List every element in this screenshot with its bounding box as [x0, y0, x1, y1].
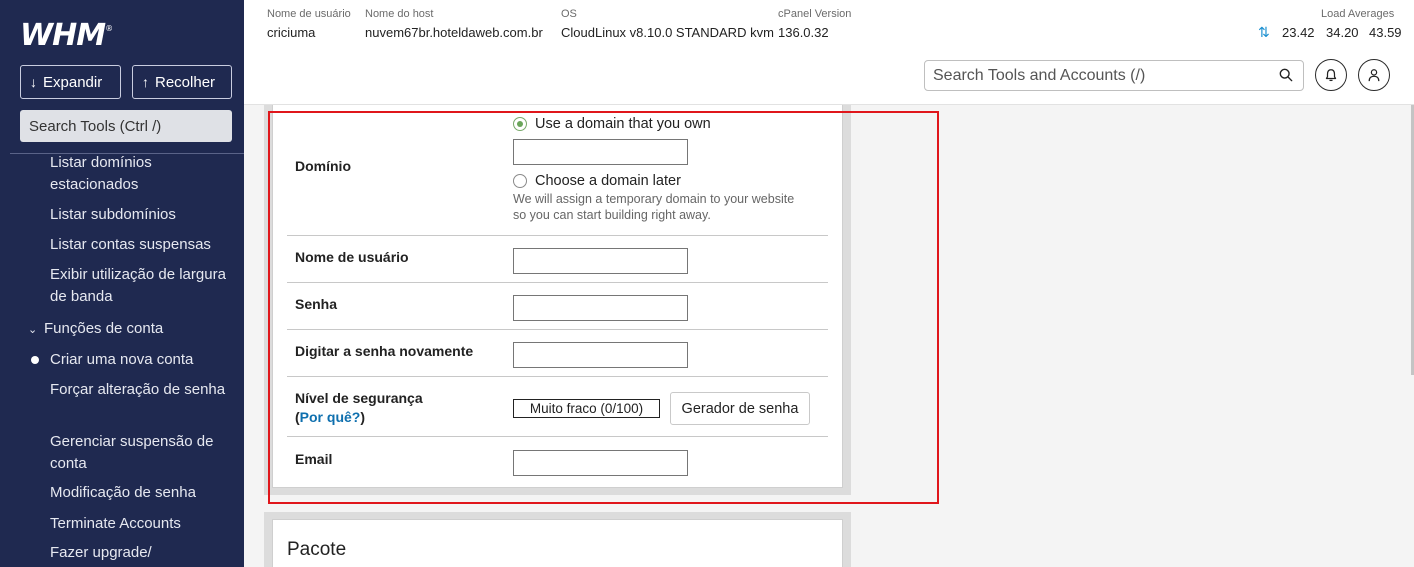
sidebar-item-subdomains[interactable]: Listar subdomínios: [50, 204, 230, 226]
load-averages-label: Load Averages: [1321, 8, 1395, 20]
radio-own-domain-label[interactable]: Use a domain that you own: [535, 116, 711, 132]
whm-logo[interactable]: WHM®: [20, 18, 113, 53]
row-divider: [287, 282, 828, 283]
expand-label: Expandir: [43, 73, 103, 91]
sidebar-item-suspended-accounts[interactable]: Listar contas suspensas: [50, 234, 230, 256]
sidebar-item-terminate-accounts[interactable]: Terminate Accounts: [50, 513, 230, 535]
collapse-label: Recolher: [155, 73, 216, 91]
sidebar-item-manage-suspension[interactable]: Gerenciar suspensão de conta: [50, 431, 230, 475]
active-bullet-icon: [31, 356, 39, 364]
password-again-label: Digitar a senha novamente: [295, 343, 474, 359]
sidebar-item-bandwidth[interactable]: Exibir utilização de largura de banda: [50, 264, 230, 308]
sidebar-item-parked-domains[interactable]: Listar domínios estacionados: [50, 152, 230, 196]
search-icon[interactable]: [1279, 68, 1293, 82]
load-average-15: 43.59: [1369, 25, 1402, 40]
sidebar-item-password-modification[interactable]: Modificação de senha: [50, 482, 230, 504]
collapse-button[interactable]: ↑ Recolher: [132, 65, 232, 99]
username-value: criciuma: [267, 25, 316, 40]
password-input[interactable]: [513, 295, 688, 321]
bell-icon: [1325, 69, 1337, 82]
arrow-down-icon: ↓: [30, 74, 37, 90]
row-divider: [287, 329, 828, 330]
domain-label: Domínio: [295, 158, 351, 174]
host-value: nuvem67br.hoteldaweb.com.br: [365, 25, 543, 40]
arrow-up-icon: ↑: [142, 74, 149, 90]
email-label: Email: [295, 451, 333, 467]
os-label: OS: [561, 8, 577, 20]
strength-label: Nível de segurança: [295, 390, 423, 406]
why-link[interactable]: Por quê?: [300, 409, 361, 425]
domain-later-hint-line1: We will assign a temporary domain to you…: [513, 192, 795, 206]
row-divider: [287, 436, 828, 437]
sidebar-category-account-functions[interactable]: ⌄ Funções de conta: [28, 318, 163, 341]
radio-domain-later-label[interactable]: Choose a domain later: [535, 173, 681, 189]
expand-button[interactable]: ↓ Expandir: [20, 65, 121, 99]
os-value: CloudLinux v8.10.0 STANDARD kvm: [561, 25, 774, 40]
sidebar-search-input[interactable]: Search Tools (Ctrl /): [20, 110, 232, 142]
email-input[interactable]: [513, 450, 688, 476]
password-strength-meter: Muito fraco (0/100): [513, 399, 660, 418]
load-average-5: 34.20: [1326, 25, 1359, 40]
radio-own-domain[interactable]: [513, 117, 527, 131]
sidebar: WHM® ↓ Expandir ↑ Recolher Search Tools …: [0, 0, 244, 567]
row-divider: [287, 376, 828, 377]
password-again-input[interactable]: [513, 342, 688, 368]
search-header: Search Tools and Accounts (/): [244, 45, 1414, 105]
username-input[interactable]: [513, 248, 688, 274]
package-panel: [272, 519, 843, 567]
username-label: Nome de usuário: [267, 8, 351, 20]
sidebar-item-create-account[interactable]: Criar uma nova conta: [50, 349, 230, 371]
user-menu-button[interactable]: [1358, 59, 1390, 91]
host-label: Nome do host: [365, 8, 434, 20]
server-info-bar: Nome de usuário criciuma Nome do host nu…: [244, 0, 1414, 45]
sidebar-item-upgrade[interactable]: Fazer upgrade/: [50, 542, 230, 564]
user-icon: [1368, 69, 1380, 82]
global-search-input[interactable]: Search Tools and Accounts (/): [924, 60, 1304, 91]
username-field-label: Nome de usuário: [295, 249, 409, 265]
radio-domain-later[interactable]: [513, 174, 527, 188]
row-divider: [287, 235, 828, 236]
domain-later-hint-line2: so you can start building right away.: [513, 208, 711, 222]
why-text: (Por quê?): [295, 409, 366, 425]
password-generator-button[interactable]: Gerador de senha: [670, 392, 810, 425]
password-label: Senha: [295, 296, 338, 312]
cpanel-version-label: cPanel Version: [778, 8, 852, 20]
cpanel-version-value: 136.0.32: [778, 25, 829, 40]
chevron-down-icon: ⌄: [28, 324, 38, 336]
domain-input[interactable]: [513, 139, 688, 165]
load-trend-icon: ⇅: [1258, 24, 1270, 40]
notifications-button[interactable]: [1315, 59, 1347, 91]
load-average-1: 23.42: [1282, 25, 1315, 40]
package-title: Pacote: [287, 539, 347, 560]
sidebar-item-force-password-change[interactable]: Forçar alteração de senha: [50, 379, 230, 401]
